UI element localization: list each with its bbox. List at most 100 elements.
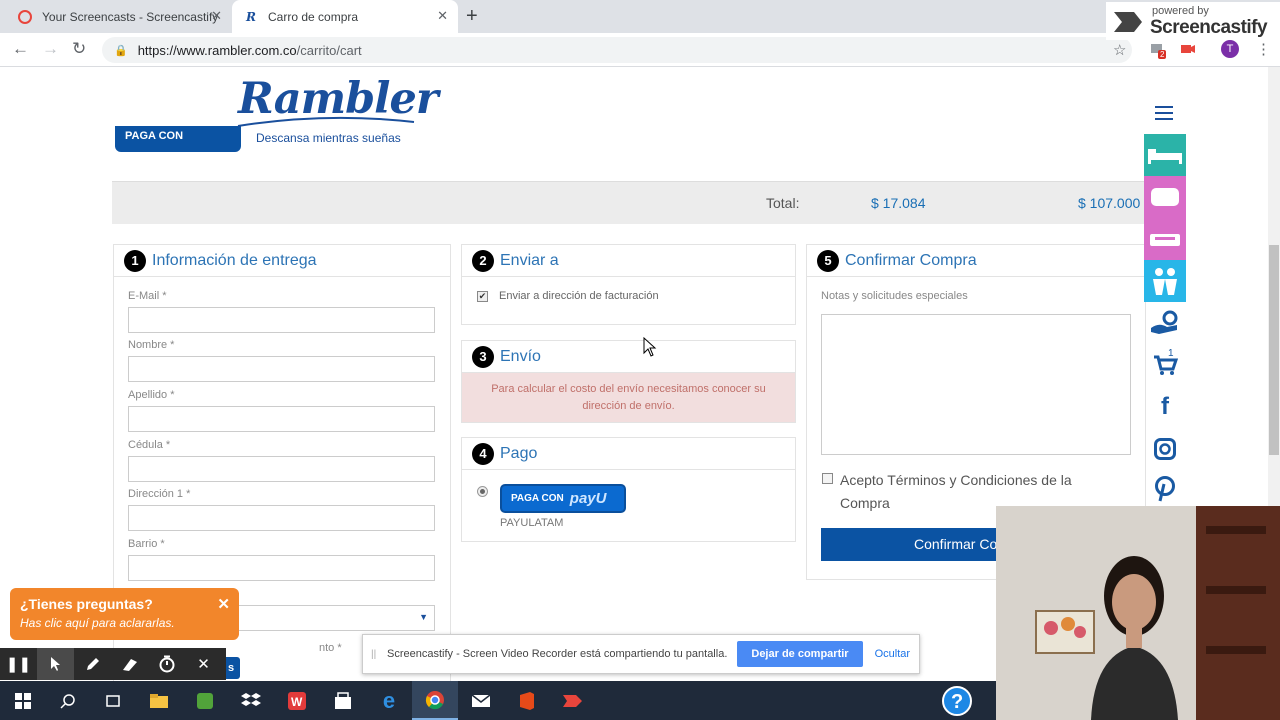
payu-radio[interactable] [477, 486, 488, 497]
task-view-icon[interactable] [90, 681, 136, 720]
tab-title: Carro de compra [268, 9, 359, 24]
email-field[interactable] [128, 307, 435, 333]
ship-to-panel: 2 Enviar a ✔ Enviar a dirección de factu… [461, 244, 796, 325]
powered-by-text: powered by [1152, 5, 1209, 17]
city-label-partial: nto * [319, 642, 342, 654]
scrollbar-thumb[interactable] [1269, 245, 1279, 455]
panel-title: Envío [500, 347, 541, 365]
screencastify-favicon-icon [18, 9, 32, 24]
svg-text:?: ? [951, 691, 963, 713]
screencastify-taskbar-icon[interactable] [550, 681, 596, 720]
rambler-logo[interactable]: Rambler [238, 74, 438, 124]
nombre-label: Nombre * [128, 339, 175, 351]
close-tab-icon[interactable]: ✕ [211, 8, 222, 24]
apellido-label: Apellido * [128, 389, 175, 401]
close-chat-icon[interactable]: ✕ [217, 595, 230, 613]
chat-title: ¿Tienes preguntas? [20, 596, 153, 612]
evernote-icon[interactable] [182, 681, 228, 720]
shipping-alert: Para calcular el costo del envío necesit… [462, 373, 795, 422]
panel-header: 4 Pago [462, 438, 795, 470]
payment-panel: 4 Pago PAGA CON payU PAYULATAM [461, 437, 796, 542]
forward-icon[interactable]: → [42, 39, 59, 59]
panel-header: 3 Envío [462, 341, 795, 373]
chat-help-bubble[interactable]: ¿Tienes preguntas? Has clic aquí para ac… [10, 588, 239, 640]
apellido-field[interactable] [128, 406, 435, 432]
step-number: 4 [472, 442, 494, 465]
screen-share-notification: || Screencastify - Screen Video Recorder… [362, 634, 920, 674]
new-tab-icon[interactable]: + [466, 5, 478, 28]
stop-sharing-button[interactable]: Dejar de compartir [737, 641, 863, 667]
shipping-panel: 3 Envío Para calcular el costo del envío… [461, 340, 796, 423]
total-value-1: $ 17.084 [871, 195, 926, 211]
panel-title: Confirmar Compra [845, 251, 977, 269]
step-number: 2 [472, 249, 494, 272]
billing-address-label: Enviar a dirección de facturación [499, 290, 659, 302]
chrome-icon[interactable] [412, 681, 458, 720]
barrio-field[interactable] [128, 555, 435, 581]
search-icon[interactable] [45, 681, 91, 720]
timer-icon[interactable] [148, 648, 185, 680]
bookmark-star-icon[interactable]: ☆ [1113, 41, 1126, 59]
chevron-down-icon: ▼ [419, 612, 428, 622]
back-icon[interactable]: ← [12, 39, 29, 59]
profile-avatar[interactable]: T [1221, 40, 1239, 58]
mouse-cursor-icon [643, 337, 657, 357]
direccion-field[interactable] [128, 505, 435, 531]
close-toolbar-icon[interactable]: ✕ [185, 648, 222, 680]
close-tab-icon[interactable]: ✕ [437, 8, 448, 24]
facebook-icon[interactable]: f [1144, 386, 1186, 428]
edge-icon[interactable]: e [366, 681, 412, 720]
pinterest-icon[interactable] [1144, 468, 1186, 510]
hamburger-menu-icon[interactable] [1155, 106, 1173, 124]
terms-checkbox[interactable] [822, 473, 833, 484]
direccion-label: Dirección 1 * [128, 488, 191, 500]
rambler-tagline: Descansa mientras sueñas [256, 131, 401, 145]
cart-count: 1 [1168, 348, 1174, 359]
file-explorer-icon[interactable] [136, 681, 182, 720]
drag-handle-icon[interactable]: || [371, 649, 379, 660]
eraser-tool-icon[interactable] [111, 648, 148, 680]
panel-title: Pago [500, 444, 538, 462]
address-bar[interactable]: 🔒 https://www.rambler.com.co/carrito/car… [102, 37, 1132, 63]
cart-icon[interactable]: 1 [1144, 344, 1186, 386]
pen-tool-icon[interactable] [74, 648, 111, 680]
reload-icon[interactable]: ↻ [72, 39, 86, 59]
sofa-category-icon[interactable] [1144, 218, 1186, 260]
help-icon[interactable]: ? [934, 681, 980, 720]
bed-category-icon[interactable] [1144, 134, 1186, 176]
totals-row [112, 181, 1144, 224]
payu-method-name: PAYULATAM [500, 517, 564, 529]
pause-icon[interactable]: ❚❚ [0, 648, 37, 680]
barrio-label: Barrio * [128, 538, 165, 550]
kids-category-icon[interactable] [1144, 260, 1186, 302]
tab-strip: Your Screencasts - Screencastify ✕ R Car… [0, 0, 1280, 33]
tab-screencastify[interactable]: Your Screencasts - Screencastify ✕ [6, 0, 232, 33]
cedula-field[interactable] [128, 456, 435, 482]
url-path: /carrito/cart [296, 42, 362, 58]
cursor-tool-icon[interactable] [37, 648, 74, 680]
notes-textarea[interactable] [821, 314, 1131, 455]
rambler-favicon-icon: R [246, 9, 256, 24]
panel-header: 5 Confirmar Compra [807, 245, 1145, 277]
panel-title: Información de entrega [152, 251, 317, 269]
billing-address-checkbox[interactable]: ✔ [477, 291, 488, 302]
mail-icon[interactable] [458, 681, 504, 720]
dropbox-icon[interactable] [228, 681, 274, 720]
pillow-category-icon[interactable] [1144, 176, 1186, 218]
tab-carro-de-compra[interactable]: R Carro de compra ✕ [232, 0, 458, 33]
url-host: https://www.rambler.com.co [137, 42, 297, 58]
service-hand-icon[interactable] [1144, 302, 1186, 344]
hide-button[interactable]: Ocultar [875, 648, 910, 660]
nombre-field[interactable] [128, 356, 435, 382]
email-label: E-Mail * [128, 290, 167, 302]
extension-icon[interactable]: 2 [1150, 42, 1167, 59]
extension-badge: 2 [1158, 50, 1167, 59]
wps-office-icon[interactable]: W [274, 681, 320, 720]
store-icon[interactable] [320, 681, 366, 720]
payu-button[interactable]: PAGA CON payU [500, 484, 626, 513]
instagram-icon[interactable] [1144, 428, 1186, 470]
office-icon[interactable] [504, 681, 550, 720]
menu-kebab-icon[interactable]: ⋮ [1256, 40, 1271, 58]
windows-start-icon[interactable] [0, 681, 46, 720]
record-extension-icon[interactable] [1180, 42, 1196, 61]
